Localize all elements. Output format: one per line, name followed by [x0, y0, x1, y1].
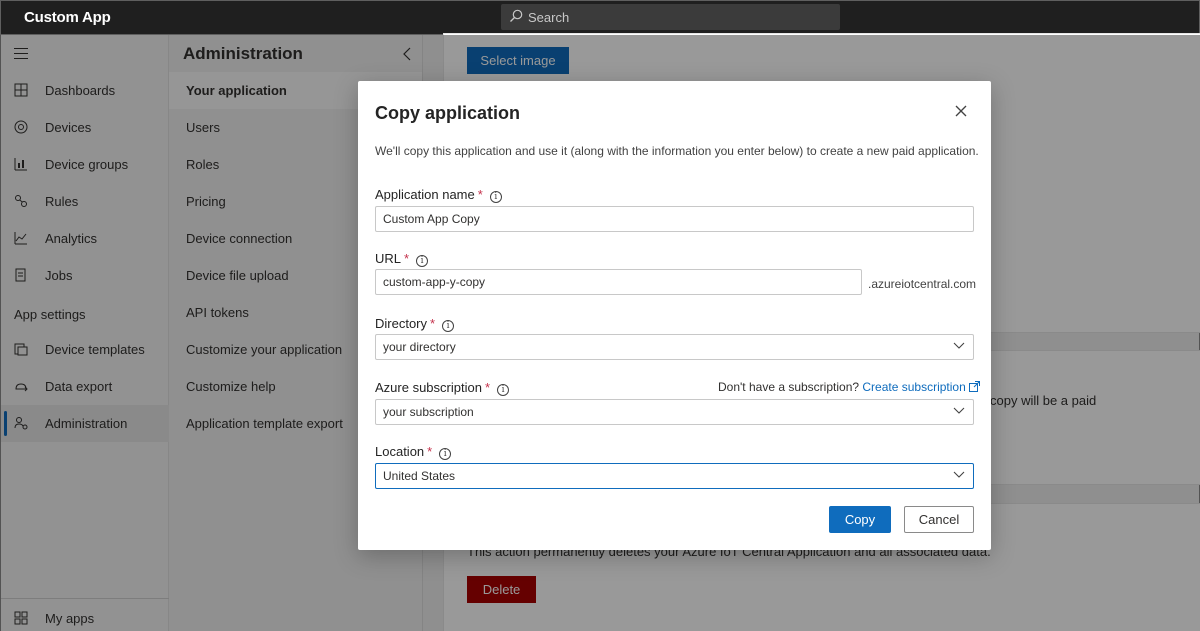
directory-label-text: Directory — [375, 316, 428, 331]
search-box[interactable]: Search — [501, 4, 840, 30]
app-title[interactable]: Custom App — [24, 9, 111, 26]
directory-label: Directory * i — [375, 316, 455, 332]
directory-value: your directory — [383, 340, 456, 354]
directory-select[interactable]: your directory — [375, 334, 974, 360]
close-icon[interactable] — [954, 104, 968, 118]
info-icon[interactable]: i — [442, 320, 455, 332]
location-label: Location * i — [375, 444, 452, 460]
copy-application-dialog: Copy application We'll copy this applica… — [358, 81, 991, 550]
info-icon[interactable]: i — [497, 384, 510, 396]
required-mark: * — [404, 251, 410, 266]
info-icon[interactable]: i — [416, 255, 429, 267]
chevron-down-icon — [953, 471, 965, 478]
app-name-input[interactable]: Custom App Copy — [375, 206, 974, 232]
chevron-down-icon — [953, 342, 965, 349]
subscription-label-text: Azure subscription — [375, 380, 482, 395]
info-icon[interactable]: i — [489, 191, 502, 203]
dialog-description: We'll copy this application and use it (… — [375, 144, 979, 158]
location-label-text: Location — [375, 444, 425, 459]
external-link-icon[interactable] — [968, 381, 980, 392]
url-suffix: .azureiotcentral.com — [868, 277, 977, 291]
required-mark: * — [430, 316, 436, 331]
create-subscription-link[interactable]: Create subscription — [862, 380, 965, 394]
subscription-label: Azure subscription * i — [375, 380, 510, 396]
location-select[interactable]: United States — [375, 463, 974, 489]
subscription-select[interactable]: your subscription — [375, 399, 974, 425]
search-input[interactable]: Search — [528, 10, 569, 25]
search-icon — [510, 9, 523, 22]
subscription-help-text: Don't have a subscription? — [718, 380, 860, 394]
url-label: URL * i — [375, 251, 429, 267]
url-input[interactable]: custom-app-y-copy — [375, 269, 862, 295]
top-bar: Custom App Search — [0, 0, 1200, 35]
subscription-value: your subscription — [383, 405, 474, 419]
subscription-help: Don't have a subscription? Create subscr… — [718, 380, 980, 394]
cancel-button[interactable]: Cancel — [904, 506, 974, 533]
app-name-label-text: Application name — [375, 187, 475, 202]
app-name-label: Application name * i — [375, 187, 502, 203]
dialog-title: Copy application — [375, 103, 521, 123]
required-mark: * — [484, 380, 491, 395]
required-mark: * — [427, 444, 433, 459]
info-icon[interactable]: i — [439, 448, 452, 460]
required-mark: * — [477, 187, 483, 202]
location-value: United States — [383, 469, 456, 483]
copy-button[interactable]: Copy — [829, 506, 891, 533]
chevron-down-icon — [953, 407, 965, 414]
url-label-text: URL — [375, 251, 402, 266]
